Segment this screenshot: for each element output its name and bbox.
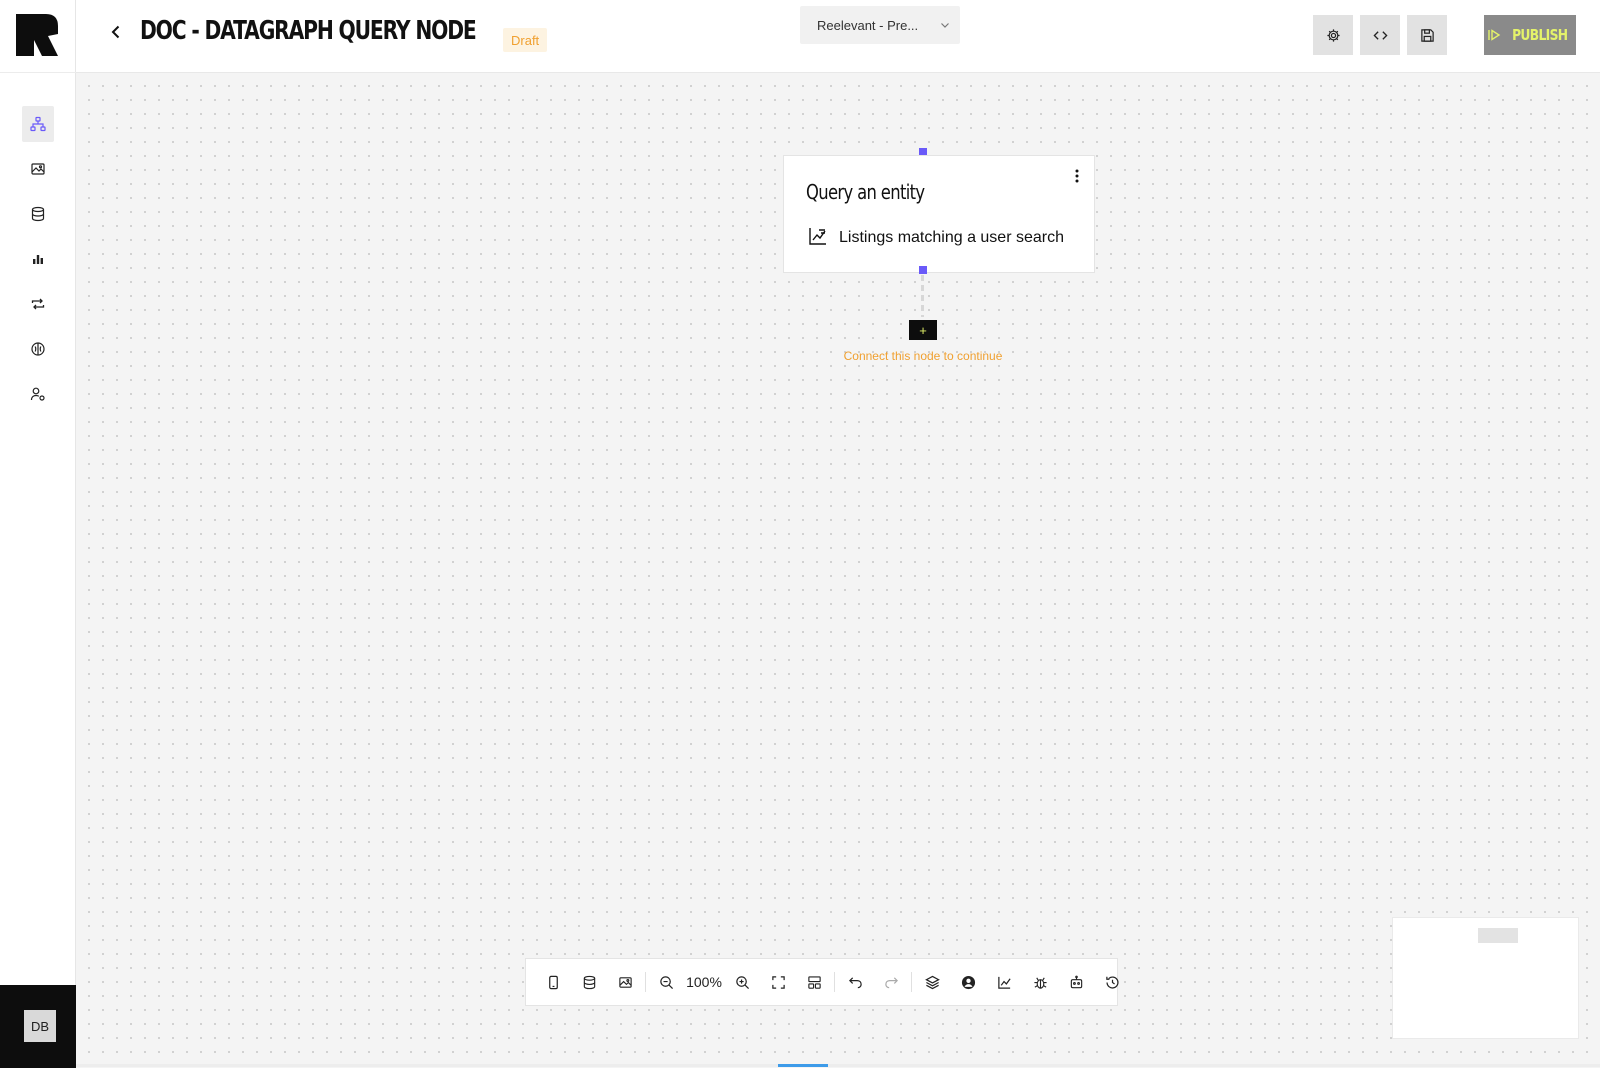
sidebar-item-workflows[interactable]	[22, 106, 54, 142]
toolbar-divider	[911, 972, 912, 992]
node-more-menu-button[interactable]	[1069, 168, 1085, 184]
floppy-disk-icon	[1420, 28, 1434, 42]
line-chart-icon	[997, 976, 1011, 989]
zoom-in-button[interactable]	[724, 964, 760, 1000]
sidebar-item-ai[interactable]	[22, 331, 54, 367]
zoom-level: 100%	[686, 974, 722, 990]
horizontal-scrollbar-thumb[interactable]	[778, 1064, 828, 1067]
repeat-icon	[31, 298, 45, 310]
minimap[interactable]	[1392, 917, 1579, 1039]
layers-button[interactable]	[914, 964, 950, 1000]
avatar[interactable]: DB	[24, 1010, 56, 1042]
horizontal-scrollbar[interactable]	[76, 1064, 1600, 1067]
add-node-button[interactable]: +	[909, 320, 937, 340]
code-icon	[1372, 30, 1388, 40]
node-output-handle[interactable]	[919, 266, 927, 274]
project-select[interactable]: Reelevant - Pre...	[800, 6, 960, 44]
sidebar: DB	[0, 0, 76, 1068]
database-icon	[31, 206, 45, 222]
sidebar-item-sync[interactable]	[22, 286, 54, 322]
image-gallery-icon	[618, 976, 632, 988]
gear-icon	[1326, 28, 1340, 42]
redo-button[interactable]	[873, 964, 909, 1000]
bar-chart-icon	[33, 255, 43, 264]
minimap-node	[1478, 928, 1518, 943]
connect-hint: Connect this node to continue	[843, 349, 1003, 363]
user-circle-icon	[961, 975, 975, 989]
sidebar-item-assets[interactable]	[22, 151, 54, 187]
play-outline-icon	[1488, 29, 1501, 41]
undo-icon	[848, 976, 862, 988]
node-title: Query an entity	[806, 180, 925, 204]
sitemap-icon	[30, 116, 46, 132]
analytics-button[interactable]	[986, 964, 1022, 1000]
bug-icon	[1033, 977, 1047, 989]
node-subtitle: Listings matching a user search	[839, 229, 1064, 246]
save-button[interactable]	[1407, 15, 1447, 55]
history-button[interactable]	[1094, 964, 1130, 1000]
sidebar-item-data-sources[interactable]	[22, 196, 54, 232]
zoom-out-button[interactable]	[648, 964, 684, 1000]
brain-icon	[31, 342, 45, 356]
ai-assistant-button[interactable]	[1058, 964, 1094, 1000]
app-logo[interactable]	[14, 12, 60, 58]
mobile-icon	[548, 975, 558, 989]
data-source-button[interactable]	[571, 964, 607, 1000]
layout-icon	[807, 975, 821, 989]
zoom-out-icon	[659, 975, 673, 989]
chevron-left-icon	[111, 25, 120, 39]
history-icon	[1105, 975, 1119, 988]
code-view-button[interactable]	[1360, 15, 1400, 55]
fit-view-button[interactable]	[760, 964, 796, 1000]
workflow-canvas[interactable]: Query an entity Listings matching a user…	[76, 73, 1600, 1068]
back-button[interactable]	[104, 20, 128, 44]
database-icon	[583, 975, 595, 989]
auto-layout-button[interactable]	[796, 964, 832, 1000]
top-header: DOC - DATAGRAPH QUERY NODE Draft Reeleva…	[76, 0, 1600, 73]
user-menu[interactable]: DB	[0, 985, 76, 1068]
debug-button[interactable]	[1022, 964, 1058, 1000]
mobile-preview-button[interactable]	[535, 964, 571, 1000]
pending-edge	[921, 275, 924, 317]
layers-icon	[924, 975, 940, 989]
user-settings-icon	[30, 387, 45, 401]
image-gallery-icon	[31, 163, 45, 175]
chart-query-icon	[809, 228, 826, 245]
undo-button[interactable]	[837, 964, 873, 1000]
robot-icon	[1070, 975, 1082, 988]
more-vertical-icon	[1075, 169, 1079, 183]
publish-label: PUBLISH	[1511, 26, 1568, 44]
toolbar-divider	[834, 972, 835, 992]
sidebar-divider	[0, 72, 76, 73]
project-select-value: Reelevant - Pre...	[817, 17, 919, 33]
sidebar-nav	[22, 106, 54, 421]
sidebar-item-analytics[interactable]	[22, 241, 54, 277]
canvas-toolbar: 100%	[525, 958, 1119, 1006]
redo-icon	[884, 976, 898, 988]
fullscreen-icon	[771, 975, 785, 989]
query-entity-node[interactable]: Query an entity Listings matching a user…	[783, 155, 1095, 273]
chevron-down-icon	[941, 23, 949, 28]
page-title: DOC - DATAGRAPH QUERY NODE	[140, 16, 477, 46]
audience-button[interactable]	[950, 964, 986, 1000]
sidebar-item-user-settings[interactable]	[22, 376, 54, 412]
zoom-in-icon	[735, 975, 749, 989]
toolbar-divider	[645, 972, 646, 992]
publish-button[interactable]: PUBLISH	[1484, 15, 1576, 55]
settings-button[interactable]	[1313, 15, 1353, 55]
status-badge: Draft	[503, 28, 548, 52]
assets-button[interactable]	[607, 964, 643, 1000]
